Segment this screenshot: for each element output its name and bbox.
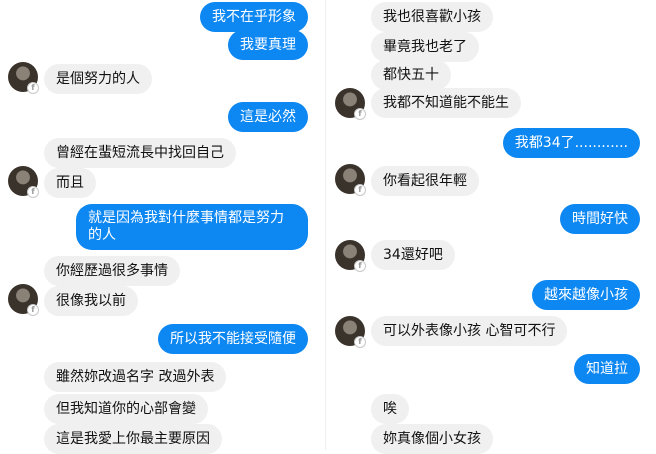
facebook-icon: f (354, 260, 366, 272)
chat-screenshot: 我不在乎形象 我要真理 f 是個努力的人 這是必然 曾經在蜚短流長中找回自己 f… (0, 0, 656, 454)
message-incoming[interactable]: 是個努力的人 (44, 64, 152, 94)
message-incoming[interactable]: 你看起很年輕 (371, 166, 479, 196)
facebook-icon: f (354, 108, 366, 120)
message-outgoing[interactable]: 越來越像小孩 (532, 280, 640, 310)
facebook-icon: f (354, 184, 366, 196)
message-incoming[interactable]: 我都不知道能不能生 (371, 88, 521, 118)
message-incoming[interactable]: 而且 (44, 168, 96, 198)
facebook-icon: f (27, 186, 39, 198)
message-outgoing[interactable]: 就是因為我對什麼事情都是努力的人 (76, 204, 308, 250)
facebook-icon: f (354, 336, 366, 348)
message-incoming[interactable]: 都快五十 (371, 60, 451, 90)
facebook-icon: f (27, 82, 39, 94)
message-incoming[interactable]: 唉 (371, 394, 409, 424)
message-incoming[interactable]: 但我知道你的心部會變 (44, 394, 208, 424)
message-incoming[interactable]: 畢竟我也老了 (371, 32, 479, 62)
message-incoming[interactable]: 34還好吧 (371, 240, 455, 270)
message-outgoing[interactable]: 我不在乎形象 (200, 2, 308, 32)
message-incoming[interactable]: 很像我以前 (44, 286, 138, 316)
message-incoming[interactable]: 曾經在蜚短流長中找回自己 (44, 138, 236, 168)
facebook-icon: f (27, 304, 39, 316)
column-divider (325, 0, 326, 450)
chat-column-right: 我也很喜歡小孩 畢竟我也老了 都快五十 f 我都不知道能不能生 我都34了...… (331, 0, 656, 454)
message-outgoing[interactable]: 這是必然 (228, 102, 308, 132)
message-outgoing[interactable]: 我都34了............ (502, 128, 640, 158)
message-incoming[interactable]: 可以外表像小孩 心智可不行 (371, 316, 568, 346)
chat-column-left: 我不在乎形象 我要真理 f 是個努力的人 這是必然 曾經在蜚短流長中找回自己 f… (0, 0, 318, 454)
message-outgoing[interactable]: 知道拉 (574, 354, 640, 384)
message-incoming[interactable]: 雖然妳改過名字 改過外表 (44, 362, 227, 392)
message-incoming[interactable]: 我也很喜歡小孩 (371, 2, 493, 32)
message-outgoing[interactable]: 我要真理 (228, 30, 308, 60)
message-incoming[interactable]: 你經歷過很多事情 (44, 256, 180, 286)
message-outgoing[interactable]: 時間好快 (560, 204, 640, 234)
message-outgoing[interactable]: 所以我不能接受隨便 (158, 324, 308, 354)
